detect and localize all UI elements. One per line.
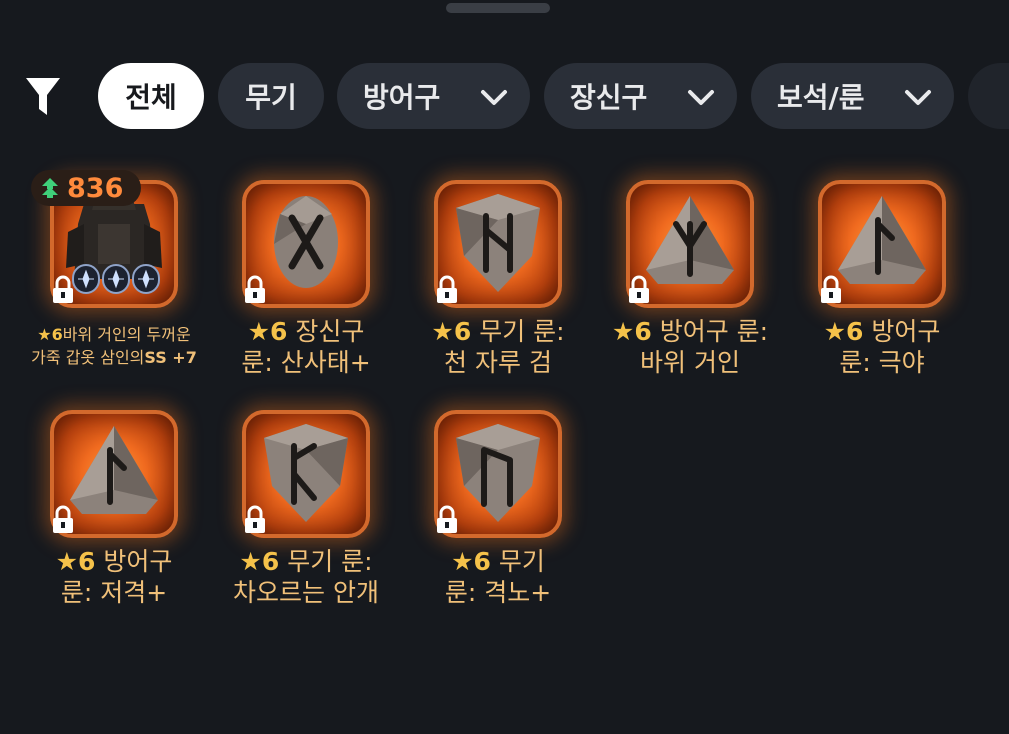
- star-icon: ★: [37, 325, 52, 344]
- star-icon: ★: [823, 317, 847, 346]
- filter-chip-accessory-label: 장신구: [570, 81, 648, 114]
- item-name-line2: 천 자루 검: [444, 348, 552, 377]
- item-caption-rune: ★6 무기 룬: 천 자루 검: [398, 316, 598, 378]
- item-name-line1: 장신구: [295, 317, 365, 346]
- star-icon: ★: [431, 317, 454, 346]
- item-name-line2: 룬: 산사태+: [241, 348, 371, 377]
- item-name-line2: 차오르는 안개: [233, 578, 379, 607]
- chevron-down-icon: [688, 90, 714, 105]
- item-name-line1: 방어구 룬:: [659, 317, 769, 346]
- item-name-line2: 룬: 저격+: [60, 578, 168, 607]
- item-name-line2: 룬: 극야: [839, 348, 925, 377]
- filter-chip-weapon-label: 무기: [245, 81, 297, 114]
- gem-slots-icon: [72, 264, 160, 294]
- item-caption-rune: ★6 무기 룬: 격노+: [398, 546, 598, 608]
- item-caption-rune: ★6 방어구 룬: 극야: [782, 316, 982, 378]
- power-value: 836: [67, 172, 124, 204]
- grade-value: 6: [846, 317, 864, 346]
- item-caption-armor: ★6바위 거인의 두꺼운 가죽 갑옷 삼인의SS +7: [14, 323, 214, 369]
- item-name-line1: 방어구: [871, 317, 941, 346]
- item-caption-rune: ★6 장신구 룬: 산사태+: [206, 316, 406, 378]
- item-name-line1: 방어구: [103, 547, 173, 576]
- power-badge: 836: [31, 170, 141, 206]
- star-icon: ★: [611, 317, 635, 346]
- star-icon: ★: [247, 317, 271, 346]
- filter-chip-gem-rune[interactable]: 보석/룬: [751, 63, 954, 129]
- item-enhance: SS +7: [144, 348, 197, 367]
- filter-icon[interactable]: [24, 75, 62, 119]
- grade-value: 6: [453, 317, 472, 346]
- grade-value: 6: [473, 547, 491, 576]
- filter-chip-all[interactable]: 전체: [98, 63, 204, 129]
- filter-chip-overflow[interactable]: [968, 63, 1009, 129]
- lock-icon: [437, 275, 457, 303]
- drag-handle[interactable]: [446, 3, 550, 13]
- filter-chip-weapon[interactable]: 무기: [218, 63, 324, 129]
- grade-value: 6: [78, 547, 96, 576]
- filter-chip-armor-label: 방어구: [363, 81, 441, 114]
- chevron-down-icon: [905, 90, 931, 105]
- grade-value: 6: [51, 325, 63, 344]
- grade-value: 6: [270, 317, 288, 346]
- lock-icon: [245, 275, 265, 303]
- lock-icon: [629, 275, 649, 303]
- lock-icon: [53, 275, 73, 303]
- star-icon: ★: [451, 547, 474, 576]
- star-icon: ★: [239, 547, 262, 576]
- grade-value: 6: [261, 547, 280, 576]
- item-name-line1: 무기: [498, 547, 545, 576]
- item-caption-rune: ★6 방어구 룬: 바위 거인: [590, 316, 790, 378]
- item-name-line1: 바위 거인의 두꺼운: [62, 325, 191, 344]
- item-name-line2: 가죽 갑옷 삼인의: [31, 348, 145, 367]
- star-icon: ★: [55, 547, 79, 576]
- item-caption-rune: ★6 방어구 룬: 저격+: [14, 546, 214, 608]
- filter-chip-armor[interactable]: 방어구: [337, 63, 530, 129]
- item-name-line1: 무기 룬:: [479, 317, 565, 346]
- filter-chip-accessory[interactable]: 장신구: [544, 63, 737, 129]
- item-name-line2: 바위 거인: [640, 348, 740, 377]
- lock-icon: [245, 505, 265, 533]
- item-caption-rune: ★6 무기 룬: 차오르는 안개: [206, 546, 406, 608]
- chevron-down-icon: [481, 90, 507, 105]
- lock-icon: [821, 275, 841, 303]
- filter-chip-gem-rune-label: 보석/룬: [777, 81, 865, 114]
- lock-icon: [437, 505, 457, 533]
- lock-icon: [53, 505, 73, 533]
- filter-chip-all-label: 전체: [125, 81, 177, 114]
- grade-value: 6: [634, 317, 652, 346]
- upgrade-arrow-icon: [42, 178, 58, 198]
- item-name-line1: 무기 룬:: [287, 547, 373, 576]
- item-name-line2: 룬: 격노+: [444, 578, 552, 607]
